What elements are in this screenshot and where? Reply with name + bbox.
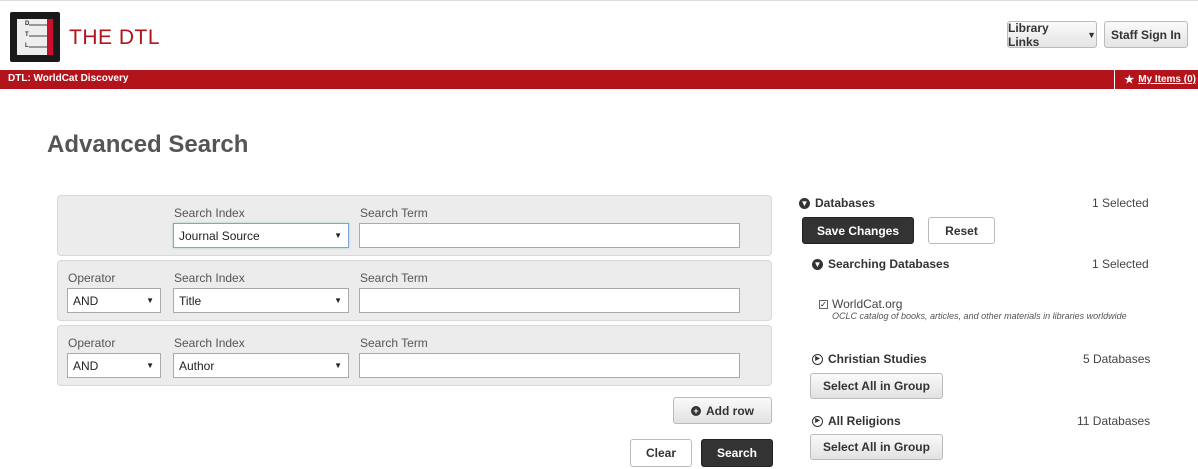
select-all-in-group-button[interactable]: Select All in Group <box>810 373 943 399</box>
dtl-logo-icon[interactable]: D T L <box>10 12 60 62</box>
logo-line <box>29 35 47 37</box>
operator-label: Operator <box>68 336 116 350</box>
add-row-button[interactable]: + Add row <box>673 397 772 424</box>
dropdown-arrow-icon: ▼ <box>334 231 342 240</box>
logo-spine <box>47 19 53 55</box>
group-count: 11 Databases <box>1077 414 1151 428</box>
search-term-label: Search Term <box>360 336 428 350</box>
searching-selected-count: 1 Selected <box>1092 257 1149 271</box>
search-term-input[interactable] <box>359 288 740 313</box>
search-index-select[interactable]: Author ▼ <box>173 353 349 378</box>
reset-button[interactable]: Reset <box>928 217 995 244</box>
search-index-value: Title <box>179 294 202 308</box>
checkbox-checked-icon[interactable]: ✓ <box>819 299 828 309</box>
save-changes-button[interactable]: Save Changes <box>802 217 914 244</box>
search-index-value: Author <box>179 359 215 373</box>
logo-page: D T L <box>17 19 47 55</box>
dropdown-arrow-icon: ▼ <box>334 296 342 305</box>
search-button[interactable]: Search <box>701 439 773 467</box>
operator-value: AND <box>73 359 99 373</box>
logo-line <box>29 46 47 48</box>
group-title: Christian Studies <box>828 352 927 366</box>
caret-down-icon: ▼ <box>1087 29 1096 40</box>
logo-line <box>29 24 47 26</box>
clear-button[interactable]: Clear <box>630 439 692 467</box>
page-title: Advanced Search <box>47 131 249 158</box>
group-count: 5 Databases <box>1083 352 1151 366</box>
search-term-label: Search Term <box>360 271 428 285</box>
staff-signin-button[interactable]: Staff Sign In <box>1104 21 1188 48</box>
dropdown-arrow-icon: ▼ <box>334 361 342 370</box>
chevron-down-circle-icon: ▼ <box>799 197 810 209</box>
database-item-worldcat[interactable]: ✓ WorldCat.org <box>819 297 902 311</box>
group-toggle-christian-studies[interactable]: ▶ Christian Studies <box>812 352 927 366</box>
search-index-label: Search Index <box>174 271 245 285</box>
databases-toggle[interactable]: ▼ Databases <box>799 196 875 210</box>
search-term-label: Search Term <box>360 206 428 220</box>
nav-bar: DTL: WorldCat Discovery ★ My Items (0) <box>0 70 1198 89</box>
top-header: D T L THE DTL Library Links ▼ Staff Sign… <box>0 0 1198 70</box>
star-icon: ★ <box>1124 74 1135 86</box>
chevron-down-circle-icon: ▼ <box>812 258 823 270</box>
search-row: Operator AND ▼ Search Index Author ▼ Sea… <box>57 325 772 386</box>
search-term-input[interactable] <box>359 223 740 248</box>
library-links-label: Library Links <box>1008 20 1049 49</box>
my-items-label: My Items (0) <box>1138 74 1196 85</box>
searching-databases-toggle[interactable]: ▼ Searching Databases <box>812 257 949 271</box>
operator-value: AND <box>73 294 99 308</box>
search-term-input[interactable] <box>359 353 740 378</box>
dropdown-arrow-icon: ▼ <box>146 361 154 370</box>
group-toggle-all-religions[interactable]: ▶ All Religions <box>812 414 901 428</box>
breadcrumb[interactable]: DTL: WorldCat Discovery <box>8 73 128 84</box>
search-row: Operator AND ▼ Search Index Title ▼ Sear… <box>57 260 772 321</box>
group-title: All Religions <box>828 414 901 428</box>
add-row-label: Add row <box>706 403 754 418</box>
operator-select[interactable]: AND ▼ <box>67 353 161 378</box>
databases-title: Databases <box>815 196 876 210</box>
search-row: Search Index Journal Source ▼ Search Ter… <box>57 195 772 256</box>
search-index-value: Journal Source <box>179 229 260 243</box>
chevron-right-circle-icon: ▶ <box>812 415 823 427</box>
operator-select[interactable]: AND ▼ <box>67 288 161 313</box>
database-name: WorldCat.org <box>832 297 903 311</box>
search-index-label: Search Index <box>174 336 245 350</box>
search-index-select[interactable]: Title ▼ <box>173 288 349 313</box>
my-items-link[interactable]: ★ My Items (0) <box>1114 70 1196 89</box>
searching-databases-title: Searching Databases <box>828 257 950 271</box>
database-description: OCLC catalog of books, articles, and oth… <box>832 311 1127 321</box>
databases-selected-count: 1 Selected <box>1092 196 1149 210</box>
dropdown-arrow-icon: ▼ <box>146 296 154 305</box>
library-links-button[interactable]: Library Links ▼ <box>1007 20 1097 49</box>
brand-name[interactable]: THE DTL <box>69 26 160 50</box>
operator-label: Operator <box>68 271 116 285</box>
select-all-in-group-button[interactable]: Select All in Group <box>810 434 943 460</box>
search-index-label: Search Index <box>174 206 245 220</box>
search-index-select[interactable]: Journal Source ▼ <box>173 223 349 248</box>
plus-circle-icon: + <box>691 405 701 416</box>
chevron-right-circle-icon: ▶ <box>812 353 823 365</box>
